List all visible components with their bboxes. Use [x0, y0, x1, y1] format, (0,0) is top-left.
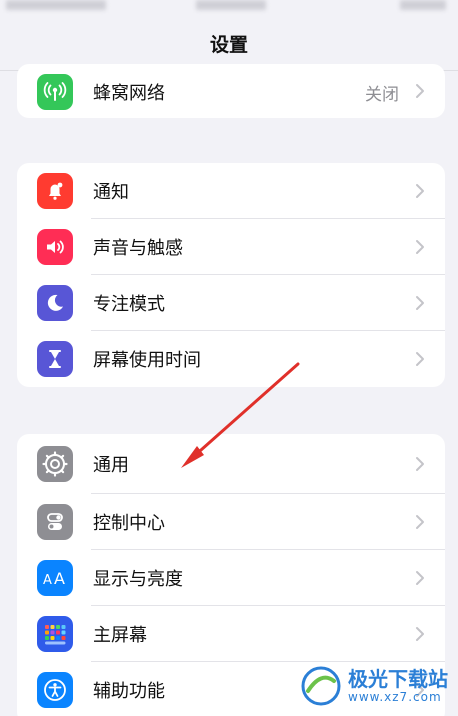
settings-group-connectivity: 蜂窝网络 关闭	[17, 64, 445, 118]
page-title: 设置	[209, 34, 248, 56]
settings-row-label: 蜂窝网络	[93, 83, 165, 104]
chevron-right-icon	[416, 240, 424, 254]
moon-icon	[37, 285, 73, 321]
watermark: 极光下载站 www.xz7.com	[300, 660, 450, 712]
chevron-right-icon	[416, 571, 424, 585]
chevron-right-icon	[416, 457, 424, 471]
chevron-right-icon	[416, 627, 424, 641]
watermark-name: 极光下载站	[348, 667, 448, 691]
svg-text:A: A	[54, 569, 65, 588]
settings-row-label: 主屏幕	[93, 625, 147, 646]
chevron-right-icon	[416, 184, 424, 198]
settings-row-label: 通知	[93, 182, 129, 203]
chevron-right-icon	[416, 352, 424, 366]
settings-row-display[interactable]: A A 显示与亮度	[17, 550, 445, 606]
settings-row-sounds[interactable]: 声音与触感	[17, 219, 445, 275]
hourglass-icon	[37, 341, 73, 377]
bell-icon	[37, 173, 73, 209]
toggles-icon	[37, 504, 73, 540]
settings-row-cellular[interactable]: 蜂窝网络 关闭	[17, 64, 445, 118]
svg-text:A: A	[43, 573, 52, 588]
chevron-right-icon	[416, 84, 424, 98]
text-size-icon: A A	[37, 560, 73, 596]
status-bar	[0, 0, 458, 18]
settings-row-notifications[interactable]: 通知	[17, 163, 445, 219]
status-bar-time-blur	[6, 0, 106, 10]
chevron-right-icon	[416, 515, 424, 529]
settings-row-label: 专注模式	[93, 294, 165, 315]
status-bar-battery-blur	[400, 0, 446, 10]
settings-row-label: 声音与触感	[93, 238, 183, 259]
gear-icon	[37, 446, 73, 482]
settings-row-screen-time[interactable]: 屏幕使用时间	[17, 331, 445, 387]
status-bar-center-blur	[196, 0, 266, 10]
settings-row-home-screen[interactable]: 主屏幕	[17, 606, 445, 662]
watermark-url: www.xz7.com	[348, 690, 442, 704]
app-grid-icon	[37, 616, 73, 652]
settings-row-label: 通用	[93, 455, 129, 476]
watermark-logo-icon	[301, 666, 341, 706]
settings-row-label: 控制中心	[93, 513, 165, 534]
settings-row-label: 显示与亮度	[93, 569, 183, 590]
settings-row-general[interactable]: 通用	[17, 434, 445, 494]
settings-row-control-center[interactable]: 控制中心	[17, 494, 445, 550]
accessibility-icon	[37, 672, 73, 708]
settings-row-label: 屏幕使用时间	[93, 350, 201, 371]
cellular-status-value: 关闭	[365, 84, 399, 105]
settings-row-focus[interactable]: 专注模式	[17, 275, 445, 331]
settings-row-label: 辅助功能	[93, 681, 165, 702]
chevron-right-icon	[416, 296, 424, 310]
speaker-icon	[37, 229, 73, 265]
settings-group-notifications: 通知 声音与触感 专注模式 屏幕使用时间	[17, 163, 445, 387]
cellular-icon	[37, 74, 73, 110]
